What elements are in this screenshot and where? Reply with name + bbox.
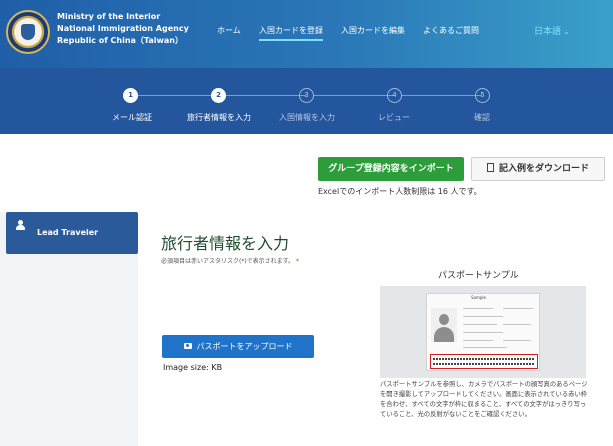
- user-icon: [16, 220, 25, 230]
- document-icon: [486, 163, 494, 172]
- nav-home[interactable]: ホーム: [217, 25, 241, 36]
- download-sample-label: 記入例をダウンロード: [498, 164, 589, 174]
- language-selector[interactable]: 日本語 ⌄: [534, 24, 570, 37]
- page-title: 旅行者情報を入力: [161, 234, 290, 253]
- sidebar-item-label: Lead Traveler: [37, 228, 99, 237]
- step-connector: [314, 95, 394, 96]
- step-5-circle: 5: [475, 88, 490, 103]
- step-5-label: 確認: [474, 113, 490, 122]
- sidebar-item-lead-traveler[interactable]: Lead Traveler: [6, 212, 138, 254]
- language-label: 日本語: [534, 27, 562, 37]
- passport-sample-header: Sample: [471, 295, 486, 300]
- step-2-circle: 2: [211, 88, 226, 103]
- passport-sample-image: Sample: [380, 286, 586, 378]
- required-fields-note: 必須項目は赤いアスタリスク(*)で表示されます。 *: [161, 256, 299, 265]
- nav-register-card[interactable]: 入国カードを登録: [259, 25, 323, 41]
- import-limit-note: Excelでのインポート人数制限は 16 人です。: [318, 187, 482, 196]
- passport-sample-instructions: パスポートサンプルを参照し、カメラでパスポートの顔写真のあるページを開き撮影して…: [380, 381, 588, 418]
- step-1-circle: 1: [123, 88, 138, 103]
- step-4-label: レビュー: [378, 113, 410, 122]
- required-asterisk: *: [296, 258, 300, 265]
- mrz-highlight-frame: [430, 354, 538, 369]
- image-size-text: Image size: KB: [163, 363, 223, 372]
- import-group-button[interactable]: グループ登録内容をインポート: [318, 157, 464, 181]
- step-connector: [402, 95, 482, 96]
- step-4-circle: 4: [387, 88, 402, 103]
- chevron-down-icon: ⌄: [563, 27, 570, 36]
- nav-faq[interactable]: よくあるご質問: [423, 25, 479, 36]
- step-2-label: 旅行者情報を入力: [187, 113, 251, 122]
- camera-icon: [183, 343, 192, 349]
- agency-line-ministry: Ministry of the Interior: [57, 12, 161, 21]
- nav-edit-card[interactable]: 入国カードを編集: [341, 25, 405, 36]
- upload-passport-button[interactable]: パスポートをアップロード: [162, 335, 314, 358]
- required-note-text: 必須項目は赤いアスタリスク(*)で表示されます。: [161, 258, 295, 265]
- step-3-label: 入国情報を入力: [279, 113, 335, 122]
- step-connector: [226, 95, 306, 96]
- portrait-photo-icon: [431, 308, 457, 342]
- download-sample-button[interactable]: 記入例をダウンロード: [471, 157, 605, 181]
- step-1-label: メール認証: [112, 113, 152, 122]
- progress-steps: 1 2 3 4 5 メール認証 旅行者情報を入力 入国情報を入力 レビュー 確認: [0, 68, 613, 134]
- passport-sample-title: パスポートサンプル: [438, 271, 519, 281]
- step-connector: [138, 95, 218, 96]
- main-nav: ホーム 入国カードを登録 入国カードを編集 よくあるご質問: [0, 25, 613, 41]
- upload-passport-label: パスポートをアップロード: [196, 342, 293, 351]
- step-3-circle: 3: [299, 88, 314, 103]
- site-header: Ministry of the Interior National Immigr…: [0, 0, 613, 68]
- passport-illustration: Sample: [426, 293, 540, 371]
- traveler-form-panel: 旅行者情報を入力 必須項目は赤いアスタリスク(*)で表示されます。 * パスポー…: [138, 212, 613, 446]
